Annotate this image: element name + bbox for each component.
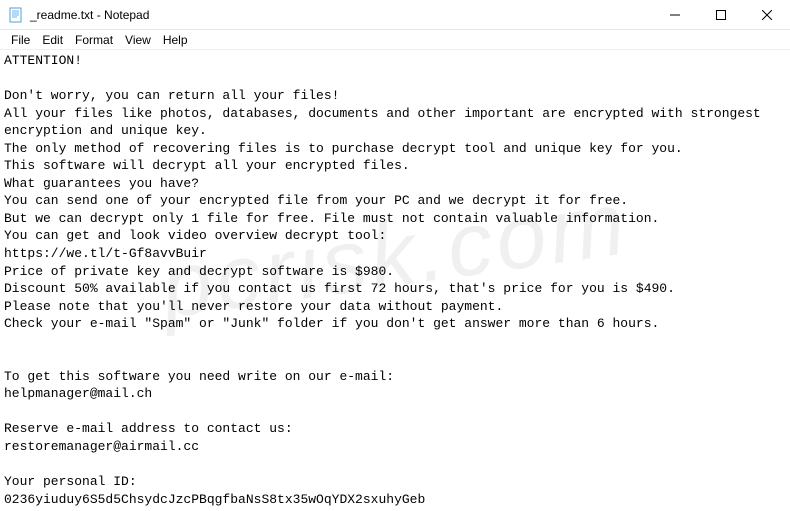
window-title: _readme.txt - Notepad: [30, 8, 149, 22]
titlebar: _readme.txt - Notepad: [0, 0, 790, 30]
close-button[interactable]: [744, 0, 790, 29]
notepad-icon: [8, 7, 24, 23]
minimize-button[interactable]: [652, 0, 698, 29]
menu-edit[interactable]: Edit: [37, 32, 68, 48]
menu-format[interactable]: Format: [70, 32, 118, 48]
window-controls: [652, 0, 790, 29]
titlebar-left: _readme.txt - Notepad: [0, 7, 149, 23]
menu-help[interactable]: Help: [158, 32, 193, 48]
maximize-button[interactable]: [698, 0, 744, 29]
text-editor[interactable]: ATTENTION! Don't worry, you can return a…: [0, 50, 790, 511]
menu-file[interactable]: File: [6, 32, 35, 48]
menu-view[interactable]: View: [120, 32, 156, 48]
menubar: File Edit Format View Help: [0, 30, 790, 50]
